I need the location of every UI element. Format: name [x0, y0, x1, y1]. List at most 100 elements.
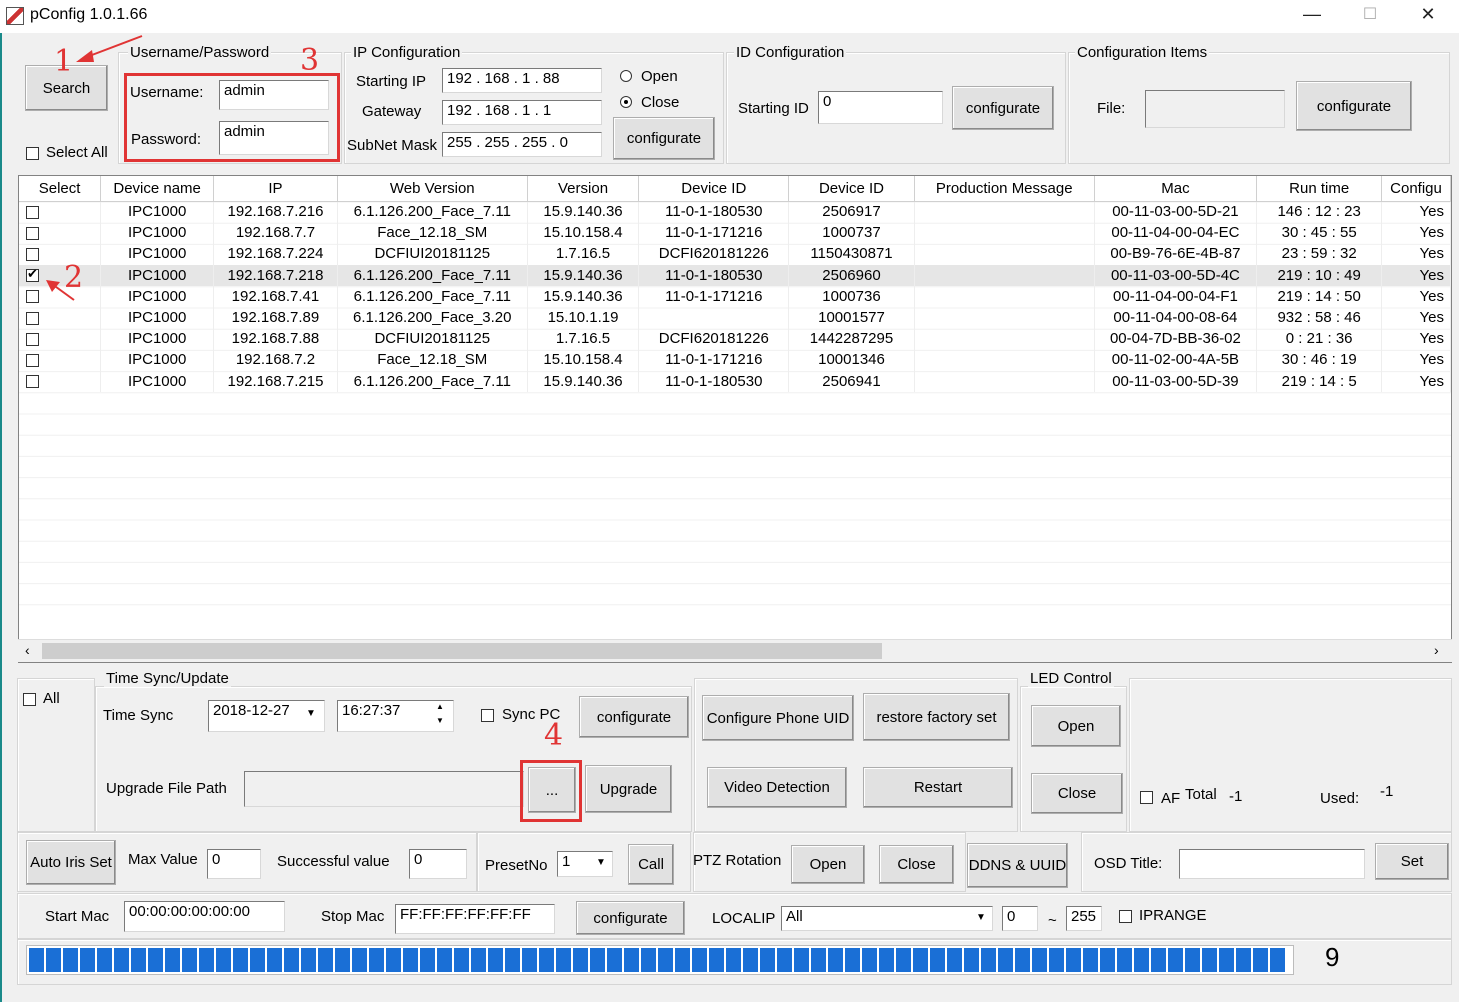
scroll-left-icon[interactable]: ‹ [25, 642, 30, 658]
table-row[interactable]: IPC1000 192.168.7.41 6.1.126.200_Face_7.11… [19, 285, 1451, 307]
upgrade-button[interactable]: Upgrade [585, 765, 672, 813]
cell-ver: 15.10.158.4 [527, 349, 640, 371]
scroll-right-icon[interactable]: › [1434, 642, 1439, 658]
column-header[interactable]: Device ID [638, 176, 790, 202]
column-header[interactable]: Web Version [337, 176, 528, 202]
starting-ip-input[interactable]: 192 . 168 . 1 . 88 [442, 68, 602, 93]
osd-set-button[interactable]: Set [1375, 843, 1449, 880]
led-open-button[interactable]: Open [1031, 705, 1121, 747]
table-row[interactable]: IPC1000 192.168.7.7 Face_12.18_SM 15.10.158… [19, 222, 1451, 244]
minimize-icon[interactable]: — [1292, 4, 1332, 25]
column-header[interactable]: Run time [1256, 176, 1383, 202]
ddns-uuid-button[interactable]: DDNS & UUID [967, 843, 1068, 888]
ptz-close-button[interactable]: Close [879, 845, 954, 884]
ptz-open-button[interactable]: Open [791, 845, 865, 884]
row-select-checkbox[interactable] [26, 332, 39, 346]
close-radio[interactable] [620, 96, 632, 108]
cell-web: Face_12.18_SM [337, 222, 528, 244]
video-detection-button[interactable]: Video Detection [707, 767, 847, 808]
table-row[interactable]: IPC1000 192.168.7.215 6.1.126.200_Face_7.1… [19, 370, 1451, 392]
table-row[interactable]: IPC1000 192.168.7.2 Face_12.18_SM 15.10.158… [19, 349, 1451, 371]
preset-chevron-down-icon[interactable]: ▼ [596, 857, 606, 868]
iprange-checkbox[interactable] [1119, 910, 1132, 923]
led-close-button[interactable]: Close [1031, 773, 1123, 814]
row-select-checkbox[interactable] [26, 248, 39, 261]
call-button[interactable]: Call [628, 844, 674, 885]
row-select-checkbox[interactable] [26, 205, 39, 219]
cell-run: 219 : 10 : 49 [1256, 264, 1383, 286]
row-select-checkbox[interactable] [26, 290, 39, 304]
cell-conf: Yes [1381, 306, 1451, 329]
cell-name: IPC1000 [100, 349, 215, 371]
cell-mac: 00-11-04-00-04-F1 [1094, 285, 1258, 307]
column-header[interactable]: Select [19, 176, 102, 202]
cell-ver: 1.7.16.5 [527, 243, 640, 265]
ip-configurate-button[interactable]: configurate [613, 117, 715, 160]
cell-ip: 192.168.7.89 [213, 306, 338, 329]
sync-pc-checkbox[interactable] [481, 709, 494, 722]
cell-web: Face_12.18_SM [337, 349, 528, 371]
range-to-input[interactable]: 255 [1066, 906, 1102, 931]
column-header[interactable]: Mac [1094, 176, 1258, 202]
table-row[interactable]: IPC1000192.168.7.2186.1.126.200_Face_7.1… [19, 264, 1451, 286]
items-configurate-button[interactable]: configurate [1296, 81, 1412, 131]
table-row[interactable]: IPC1000 192.168.7.89 6.1.126.200_Face_3.20… [19, 306, 1451, 329]
table-row[interactable]: IPC1000 192.168.7.88 DCFIUI20181125 1.7.16.… [19, 328, 1451, 350]
open-radio[interactable] [620, 70, 632, 82]
file-label: File: [1097, 100, 1126, 117]
row-select-checkbox[interactable] [26, 353, 39, 367]
row-select-checkbox[interactable] [26, 226, 39, 240]
column-header[interactable]: Production Message [914, 176, 1095, 202]
cell-name: IPC1000 [100, 243, 215, 265]
mac-configurate-button[interactable]: configurate [576, 901, 685, 935]
max-value-input[interactable]: 0 [207, 849, 261, 879]
column-header[interactable]: IP [213, 176, 338, 202]
stop-mac-input[interactable]: FF:FF:FF:FF:FF:FF [395, 904, 555, 934]
maximize-icon[interactable]: ☐ [1350, 4, 1390, 24]
cell-devid2: 1150430871 [788, 243, 915, 265]
cell-ver: 15.10.158.4 [527, 222, 640, 244]
start-mac-input[interactable]: 00:00:00:00:00:00 [124, 901, 285, 932]
cell-ip: 192.168.7.218 [213, 264, 338, 286]
select-all-checkbox[interactable] [26, 147, 39, 160]
scrollbar-thumb[interactable] [42, 643, 882, 659]
annotation-arrow-2 [46, 280, 75, 301]
spinner-icon[interactable]: ▲ ▼ [436, 700, 444, 728]
table-row[interactable]: IPC1000 192.168.7.224 DCFIUI20181125 1.7.16… [19, 243, 1451, 265]
table-row[interactable]: IPC1000 192.168.7.216 6.1.126.200_Face_7.1… [19, 201, 1451, 223]
close-icon[interactable]: ✕ [1408, 4, 1448, 25]
column-header[interactable]: Device name [100, 176, 215, 202]
cell-ip: 192.168.7.7 [213, 222, 338, 244]
chevron-down-icon[interactable]: ▼ [306, 708, 316, 719]
restore-factory-button[interactable]: restore factory set [863, 693, 1010, 741]
time-configurate-button[interactable]: configurate [579, 696, 689, 738]
starting-id-input[interactable]: 0 [818, 91, 943, 124]
range-from-input[interactable]: 0 [1002, 906, 1038, 931]
device-table: Select Device name IP Web Version Version Dev… [18, 175, 1452, 663]
all-checkbox[interactable] [23, 693, 36, 706]
osd-title-input[interactable] [1179, 849, 1365, 879]
cell-ip: 192.168.7.216 [213, 201, 338, 223]
column-header[interactable]: Device ID [788, 176, 915, 202]
auto-iris-set-button[interactable]: Auto Iris Set [26, 840, 116, 885]
cell-prod [914, 264, 1095, 286]
configure-phone-uid-button[interactable]: Configure Phone UID [702, 695, 854, 741]
row-select-checkbox[interactable] [26, 375, 39, 389]
title-bar [0, 0, 1459, 33]
upgrade-path-input[interactable] [244, 771, 524, 807]
localip-chevron-down-icon[interactable]: ▼ [976, 912, 986, 923]
column-header[interactable]: Configu [1381, 176, 1451, 202]
restart-button[interactable]: Restart [863, 767, 1013, 808]
af-label: AF [1161, 790, 1181, 807]
subnet-input[interactable]: 255 . 255 . 255 . 0 [442, 132, 602, 157]
column-header[interactable]: Version [527, 176, 640, 202]
row-select-checkbox[interactable] [26, 311, 39, 325]
cell-run: 0 : 21 : 36 [1256, 328, 1383, 350]
id-configurate-button[interactable]: configurate [952, 86, 1054, 130]
successful-value-input[interactable]: 0 [409, 849, 467, 879]
localip-select[interactable]: All [781, 906, 993, 931]
file-input[interactable] [1145, 90, 1285, 128]
gateway-input[interactable]: 192 . 168 . 1 . 1 [442, 100, 602, 125]
af-checkbox[interactable] [1140, 791, 1153, 804]
row-select-checkbox[interactable] [26, 266, 39, 283]
